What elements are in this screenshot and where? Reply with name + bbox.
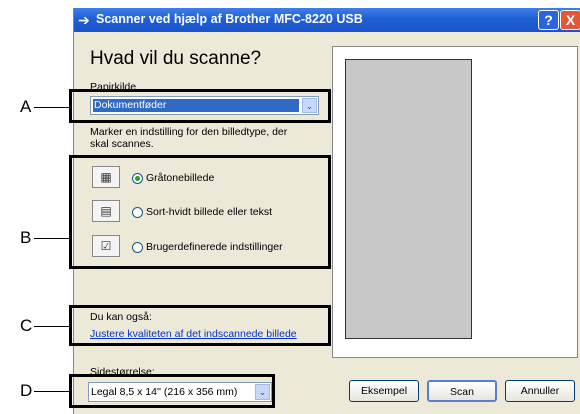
preview-page xyxy=(345,59,472,339)
highlight-frame-c xyxy=(69,305,331,346)
cancel-button[interactable]: Annuller xyxy=(505,380,575,402)
callout-d: D xyxy=(20,381,33,400)
image-type-instruction: Marker en indstilling for den billedtype… xyxy=(90,126,288,150)
highlight-frame-b xyxy=(69,155,331,269)
scan-button[interactable]: Scan xyxy=(427,380,497,402)
callout-a: A xyxy=(20,97,32,116)
close-button[interactable]: X xyxy=(560,10,580,30)
title-bar: ➔ Scanner ved hjælp af Brother MFC-8220 … xyxy=(74,8,580,32)
callout-b: B xyxy=(20,228,32,247)
help-button[interactable]: ? xyxy=(538,10,559,30)
highlight-frame-d xyxy=(69,374,275,408)
example-button[interactable]: Eksempel xyxy=(349,380,419,402)
callout-c: C xyxy=(20,316,33,335)
highlight-frame-a xyxy=(69,89,331,123)
page-title: Hvad vil du scanne? xyxy=(90,48,262,69)
scan-preview-area xyxy=(332,46,578,358)
app-arrow-icon: ➔ xyxy=(78,12,90,28)
callout-b-line xyxy=(34,238,70,239)
callout-c-line xyxy=(34,326,70,327)
window-title: Scanner ved hjælp af Brother MFC-8220 US… xyxy=(96,12,363,26)
callout-a-line xyxy=(34,107,70,108)
callout-d-line xyxy=(34,391,70,392)
